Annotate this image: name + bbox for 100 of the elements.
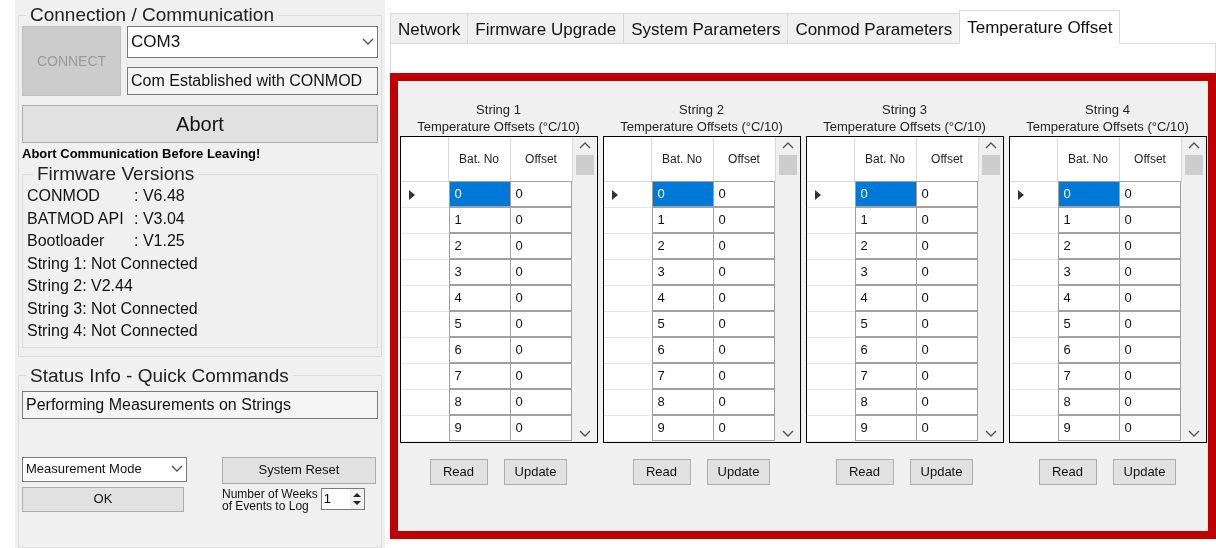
tab[interactable]: System Parameters	[623, 13, 789, 44]
table-cell[interactable]: 0	[1118, 415, 1181, 441]
table-cell[interactable]: 1	[854, 207, 917, 233]
table-cell[interactable]: 8	[1057, 389, 1120, 415]
table-cell[interactable]: 3	[1057, 259, 1120, 285]
scroll-thumb[interactable]	[981, 155, 1000, 175]
table-cell[interactable]: 0	[712, 259, 775, 285]
ok-button[interactable]: OK	[22, 486, 184, 512]
row-header[interactable]	[400, 182, 449, 208]
abort-button[interactable]: Abort	[22, 105, 378, 143]
weeks-spinner[interactable]: 1	[320, 487, 365, 510]
table-cell[interactable]: 0	[509, 207, 572, 233]
table-cell[interactable]: 9	[854, 415, 917, 441]
table-cell[interactable]: 0	[509, 363, 572, 389]
table-cell[interactable]: 6	[448, 337, 511, 363]
table-cell[interactable]: 0	[712, 285, 775, 311]
table-cell[interactable]: 9	[448, 415, 511, 441]
table-cell[interactable]: 6	[651, 337, 714, 363]
table-cell[interactable]: 7	[854, 363, 917, 389]
system-reset-button[interactable]: System Reset	[222, 456, 376, 484]
table-cell[interactable]: 8	[651, 389, 714, 415]
table-cell[interactable]: 7	[1057, 363, 1120, 389]
table-cell[interactable]: 0	[915, 259, 978, 285]
table-cell[interactable]: 9	[1057, 415, 1120, 441]
table-cell[interactable]: 1	[448, 207, 511, 233]
table-cell[interactable]: 0	[712, 233, 775, 259]
table-cell[interactable]: 0	[915, 233, 978, 259]
table-cell[interactable]: 2	[448, 233, 511, 259]
table-cell[interactable]: 0	[712, 363, 775, 389]
table-cell[interactable]: 0	[915, 285, 978, 311]
table-cell[interactable]: 2	[651, 233, 714, 259]
table-cell[interactable]: 0	[1118, 233, 1181, 259]
table-cell[interactable]: 5	[854, 311, 917, 337]
update-button[interactable]: Update	[706, 459, 771, 485]
table-cell[interactable]: 0	[854, 181, 917, 207]
table-cell[interactable]: 0	[509, 285, 572, 311]
table-cell[interactable]: 0	[1118, 311, 1181, 337]
table-cell[interactable]: 0	[509, 311, 572, 337]
table-cell[interactable]: 0	[915, 337, 978, 363]
table-cell[interactable]: 0	[1118, 285, 1181, 311]
table-cell[interactable]: 4	[651, 285, 714, 311]
table-cell[interactable]: 0	[1118, 337, 1181, 363]
table-cell[interactable]: 0	[509, 337, 572, 363]
table-cell[interactable]: 0	[1118, 363, 1181, 389]
table-cell[interactable]: 0	[915, 415, 978, 441]
update-button[interactable]: Update	[909, 459, 974, 485]
table-cell[interactable]: 4	[1057, 285, 1120, 311]
table-cell[interactable]: 3	[651, 259, 714, 285]
table-cell[interactable]: 0	[915, 207, 978, 233]
read-button[interactable]: Read	[835, 459, 894, 485]
table-cell[interactable]: 8	[448, 389, 511, 415]
row-header[interactable]	[603, 182, 652, 208]
table-cell[interactable]: 0	[915, 363, 978, 389]
table-cell[interactable]: 0	[1118, 181, 1181, 207]
table-cell[interactable]: 3	[448, 259, 511, 285]
table-cell[interactable]: 0	[509, 389, 572, 415]
table-cell[interactable]: 0	[712, 207, 775, 233]
read-button[interactable]: Read	[632, 459, 691, 485]
table-cell[interactable]: 0	[915, 181, 978, 207]
table-cell[interactable]: 6	[854, 337, 917, 363]
table-cell[interactable]: 9	[651, 415, 714, 441]
table-cell[interactable]: 5	[651, 311, 714, 337]
tab[interactable]: Network	[390, 13, 469, 44]
scroll-thumb[interactable]	[575, 155, 594, 175]
table-cell[interactable]: 8	[854, 389, 917, 415]
table-cell[interactable]: 0	[651, 181, 714, 207]
row-header[interactable]	[806, 182, 855, 208]
table-cell[interactable]: 7	[651, 363, 714, 389]
update-button[interactable]: Update	[503, 459, 568, 485]
tab[interactable]: Firmware Upgrade	[467, 13, 625, 44]
table-cell[interactable]: 0	[1118, 207, 1181, 233]
port-dropdown[interactable]: COM3	[127, 26, 378, 58]
table-cell[interactable]: 0	[1118, 389, 1181, 415]
scroll-thumb[interactable]	[778, 155, 797, 175]
table-cell[interactable]: 0	[509, 259, 572, 285]
scroll-thumb[interactable]	[1184, 155, 1203, 175]
table-cell[interactable]: 0	[712, 415, 775, 441]
table-cell[interactable]: 7	[448, 363, 511, 389]
table-cell[interactable]: 0	[915, 389, 978, 415]
table-cell[interactable]: 0	[712, 337, 775, 363]
table-cell[interactable]: 5	[448, 311, 511, 337]
tab[interactable]: Temperature Offset	[959, 10, 1121, 44]
table-cell[interactable]: 4	[854, 285, 917, 311]
table-cell[interactable]: 0	[712, 311, 775, 337]
tab[interactable]: Conmod Parameters	[787, 13, 961, 44]
table-cell[interactable]: 0	[509, 181, 572, 207]
table-cell[interactable]: 6	[1057, 337, 1120, 363]
update-button[interactable]: Update	[1112, 459, 1177, 485]
table-cell[interactable]: 2	[1057, 233, 1120, 259]
table-cell[interactable]: 0	[915, 311, 978, 337]
read-button[interactable]: Read	[1038, 459, 1097, 485]
table-cell[interactable]: 0	[509, 233, 572, 259]
table-cell[interactable]: 4	[448, 285, 511, 311]
mode-dropdown[interactable]: Measurement Mode	[22, 456, 187, 482]
read-button[interactable]: Read	[429, 459, 488, 485]
table-cell[interactable]: 3	[854, 259, 917, 285]
table-cell[interactable]: 0	[712, 389, 775, 415]
table-cell[interactable]: 0	[1057, 181, 1120, 207]
table-cell[interactable]: 5	[1057, 311, 1120, 337]
table-cell[interactable]: 2	[854, 233, 917, 259]
